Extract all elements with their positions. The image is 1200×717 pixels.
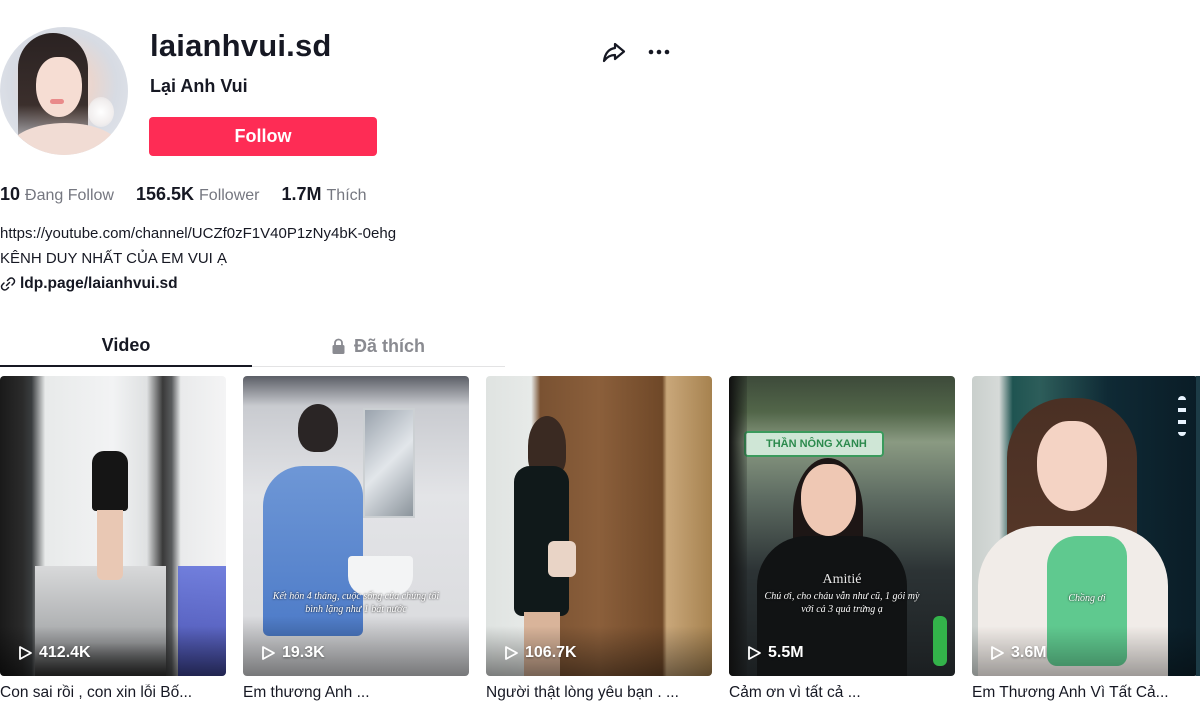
video-views-text: 412.4K: [39, 644, 91, 661]
avatar-flower: [88, 97, 114, 127]
video-view-count: 19.3K: [261, 644, 325, 662]
video-caption[interactable]: Cảm ơn vì tất cả ...: [729, 684, 969, 702]
stat-followers-label: Follower: [199, 187, 260, 204]
play-icon: [19, 646, 32, 660]
stat-likes-label: Thích: [326, 187, 367, 204]
link-icon: [0, 277, 16, 291]
stat-following-count: 10: [0, 184, 21, 204]
video-caption[interactable]: Người thật lòng yêu bạn . ...: [486, 684, 726, 702]
avatar-lips: [50, 99, 64, 104]
video-caption[interactable]: Em Thương Anh Vì Tất Cả...: [972, 684, 1200, 702]
video-thumbnail[interactable]: THẦN NÔNG XANH Amitié Chú ơi, cho cháu v…: [729, 376, 955, 676]
video-caption[interactable]: Con sai rồi , con xin lỗi Bố...: [0, 684, 240, 702]
thumb-scene-bag: [548, 541, 576, 577]
thumb-scene-bottle: [933, 616, 947, 666]
profile-username: laianhvui.sd: [150, 28, 332, 63]
video-view-count: 412.4K: [18, 644, 91, 662]
video-card[interactable]: THẦN NÔNG XANH Amitié Chú ơi, cho cháu v…: [729, 376, 955, 701]
profile-nickname: Lại Anh Vui: [150, 76, 248, 96]
lock-icon: [332, 338, 345, 354]
video-view-count: 5.5M: [747, 644, 804, 662]
play-icon: [748, 646, 761, 660]
video-caption[interactable]: Em thương Anh ...: [243, 684, 483, 702]
video-overlay-shirt-text: Amitié: [822, 572, 862, 587]
video-views-text: 5.5M: [768, 644, 804, 661]
video-card[interactable]: 106.7K Người thật lòng yêu bạn . ...: [486, 376, 712, 701]
stat-likes-count: 1.7M: [281, 184, 322, 204]
profile-tabs: Video Đã thích: [0, 325, 505, 367]
video-card[interactable]: 412.4K Con sai rồi , con xin lỗi Bố...: [0, 376, 226, 701]
stat-following[interactable]: 10 Đang Follow: [0, 184, 114, 205]
thumb-scene-person: [92, 451, 128, 511]
share-arrow-icon[interactable]: [600, 38, 628, 66]
thumb-scene-face: [801, 464, 856, 536]
video-overlay-subtitle: Kết hôn 4 tháng, cuộc sống của chúng tôi…: [272, 591, 440, 615]
thumb-scene-face: [1037, 421, 1107, 511]
play-icon: [991, 646, 1004, 660]
play-icon: [262, 646, 275, 660]
video-views-text: 3.6M: [1011, 644, 1047, 661]
thumb-scene-head: [298, 404, 338, 452]
video-thumbnail[interactable]: 106.7K: [486, 376, 712, 676]
avatar-face: [36, 57, 82, 117]
video-thumbnail[interactable]: Kết hôn 4 tháng, cuộc sống của chúng tôi…: [243, 376, 469, 676]
thumb-scene-lights: [1178, 396, 1186, 436]
bio-line-tagline: KÊNH DUY NHẤT CỦA EM VUI Ạ: [0, 250, 227, 267]
video-thumbnail[interactable]: Chồng ơi 3.6M: [972, 376, 1198, 676]
stat-following-label: Đang Follow: [25, 187, 114, 204]
video-overlay-subtitle: Chú ơi, cho cháu vẫn như cũ, 1 gói mỳ vớ…: [764, 591, 920, 615]
video-views-text: 19.3K: [282, 644, 325, 661]
more-horizontal-icon[interactable]: [645, 38, 673, 66]
video-views-text: 106.7K: [525, 644, 577, 661]
thumb-scene-foreground: [729, 376, 747, 676]
bio-link-text[interactable]: ldp.page/laianhvui.sd: [20, 275, 178, 293]
thumb-scene-mirror: [363, 408, 415, 518]
video-card[interactable]: Chồng ơi 3.6M Em Thương Anh Vì Tất Cả...: [972, 376, 1198, 701]
profile-bio: https://youtube.com/channel/UCZf0zF1V40P…: [0, 221, 396, 271]
tab-videos-label: Video: [101, 334, 151, 355]
video-card[interactable]: Kết hôn 4 tháng, cuộc sống của chúng tôi…: [243, 376, 469, 701]
thumb-scene-shop-sign: THẦN NÔNG XANH: [744, 431, 884, 457]
stat-followers[interactable]: 156.5K Follower: [136, 184, 260, 205]
follow-button[interactable]: Follow: [149, 117, 377, 156]
profile-avatar: [0, 27, 128, 155]
tab-liked-label: Đã thích: [353, 335, 425, 356]
play-icon: [505, 646, 518, 660]
stat-followers-count: 156.5K: [135, 184, 195, 204]
video-view-count: 106.7K: [504, 644, 577, 662]
video-thumbnail[interactable]: 412.4K: [0, 376, 226, 676]
thumb-scene-legs: [97, 510, 123, 580]
bio-line-youtube: https://youtube.com/channel/UCZf0zF1V40P…: [0, 225, 397, 242]
profile-stats: 10 Đang Follow 156.5K Follower 1.7M Thíc…: [0, 184, 389, 205]
tab-videos[interactable]: Video: [0, 325, 252, 367]
video-view-count: 3.6M: [990, 644, 1047, 662]
video-overlay-subtitle: Chồng ơi: [1068, 593, 1106, 604]
stat-likes: 1.7M Thích: [281, 184, 366, 205]
bio-external-link[interactable]: ldp.page/laianhvui.sd: [0, 275, 178, 293]
tab-liked[interactable]: Đã thích: [252, 325, 504, 367]
next-video-card-edge: [1196, 376, 1200, 676]
